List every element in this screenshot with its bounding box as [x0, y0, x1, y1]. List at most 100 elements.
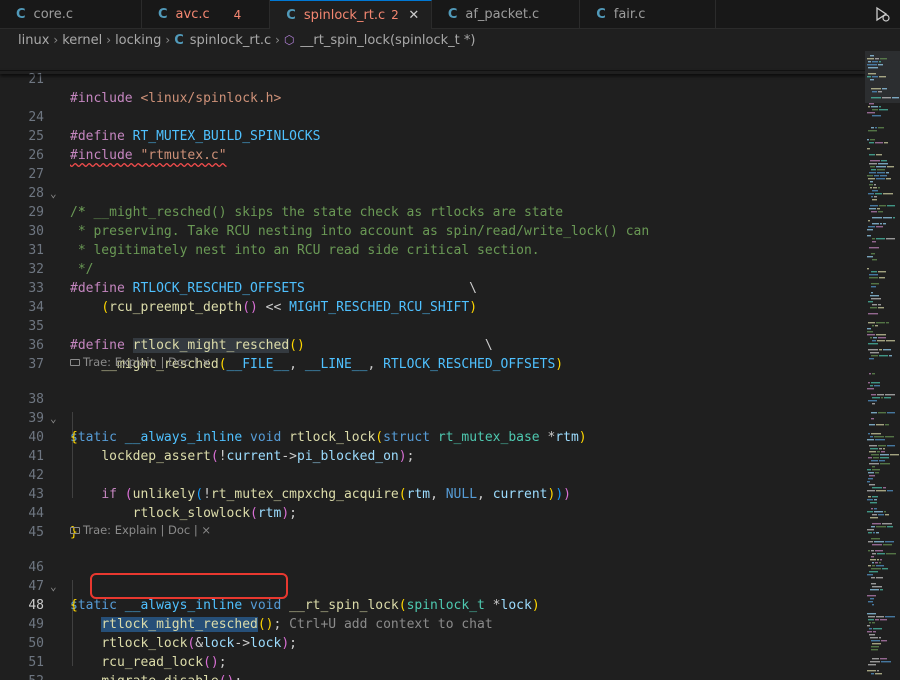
minimap-line: [872, 76, 878, 78]
minimap-line: [871, 169, 876, 171]
minimap-line: [867, 331, 873, 333]
minimap-line: [872, 373, 875, 375]
minimap-line: [882, 97, 891, 99]
code-line: 51 migrate_disable();: [0, 634, 865, 680]
minimap-line: [868, 322, 875, 324]
codelens-label[interactable]: Trae: Explain | Doc |: [83, 355, 198, 369]
codelens-label[interactable]: Trae: Explain | Doc |: [83, 523, 198, 537]
minimap-line: [869, 622, 871, 624]
minimap-line: [868, 178, 875, 180]
minimap-line: [867, 334, 875, 336]
minimap-line: [881, 160, 887, 162]
minimap-line: [876, 565, 884, 567]
minimap-line: [883, 223, 886, 225]
minimap-line: [867, 439, 874, 441]
breadcrumb-item-linux[interactable]: linux: [18, 33, 49, 48]
minimap-line: [876, 424, 884, 426]
minimap-line: [872, 238, 875, 240]
breadcrumb-item-locking[interactable]: locking: [115, 33, 161, 48]
minimap-line: [870, 661, 880, 663]
minimap-line: [883, 193, 893, 195]
tab-spinlock-rt-c[interactable]: C spinlock_rt.c 2 ✕: [270, 0, 432, 29]
minimap-line: [868, 73, 876, 75]
minimap-line: [867, 76, 871, 78]
minimap-line: [867, 268, 869, 270]
minimap-line: [877, 451, 880, 453]
code-editor[interactable]: 21 #include <linux/spinlock.h> 24 #defin…: [0, 51, 865, 680]
minimap-line: [880, 589, 883, 591]
minimap-line: [871, 649, 878, 651]
code-line: 34: [0, 279, 865, 315]
minimap-line: [869, 571, 878, 573]
minimap-line: [872, 403, 875, 405]
minimap-line: [868, 349, 878, 351]
tab-af-packet-c[interactable]: C af_packet.c: [432, 0, 581, 29]
minimap-line: [879, 109, 888, 111]
trae-codelens[interactable]: Trae: Explain | Doc | ×: [70, 521, 211, 540]
minimap-line: [873, 628, 882, 630]
minimap-line: [868, 193, 874, 195]
tab-core-c[interactable]: C core.c: [0, 0, 142, 29]
minimap-line: [875, 58, 879, 60]
minimap-line: [877, 169, 885, 171]
minimap-line: [868, 433, 870, 435]
tab-avc-c[interactable]: C avc.c 4: [142, 0, 271, 29]
minimap-line: [870, 187, 872, 189]
minimap-line: [887, 445, 895, 447]
editor-tab-bar: C core.c C avc.c 4 C spinlock_rt.c 2 ✕ C…: [0, 0, 900, 29]
minimap-line: [874, 508, 877, 510]
minimap-line: [874, 541, 884, 543]
minimap-line: [871, 97, 881, 99]
minimap-line: [887, 526, 893, 528]
breadcrumb-item-symbol[interactable]: ⬡ __rt_spin_lock(spinlock_t *): [284, 33, 476, 48]
minimap-line: [878, 412, 886, 414]
tab-fair-c[interactable]: C fair.c: [580, 0, 717, 29]
minimap-line: [878, 187, 880, 189]
minimap-line: [872, 304, 877, 306]
tab-label: avc.c: [175, 7, 210, 22]
code-line: 41: [0, 428, 865, 464]
minimap-line: [870, 55, 874, 57]
close-icon[interactable]: ×: [201, 523, 211, 537]
minimap-line: [867, 469, 871, 471]
minimap-line: [867, 328, 871, 330]
minimap-line: [877, 559, 879, 561]
trae-codelens[interactable]: Trae: Explain | Doc | ×: [70, 353, 211, 372]
close-icon[interactable]: ✕: [407, 8, 421, 23]
code-line: 39 {: [0, 390, 865, 445]
minimap-line: [870, 589, 879, 591]
minimap-line: [872, 496, 878, 498]
minimap-line: [873, 187, 877, 189]
breadcrumb-item-kernel[interactable]: kernel: [62, 33, 102, 48]
minimap-line: [870, 160, 880, 162]
minimap-line: [874, 511, 883, 513]
minimap-line: [867, 229, 873, 231]
minimap-line: [868, 67, 878, 69]
minimap-line: [875, 325, 878, 327]
minimap-line: [868, 541, 873, 543]
run-debug-icon[interactable]: [872, 4, 892, 24]
minimap-line: [885, 616, 895, 618]
code-line: 27 ⌄ /*: [0, 146, 865, 220]
minimap-line: [876, 178, 885, 180]
minimap-line: [882, 568, 888, 570]
minimap-line: [879, 448, 882, 450]
minimap-line: [868, 61, 871, 63]
minimap-line: [872, 109, 878, 111]
minimap[interactable]: [865, 51, 900, 680]
minimap-line: [871, 556, 874, 558]
minimap-line: [877, 340, 885, 342]
minimap-line: [879, 106, 881, 108]
minimap-line: [869, 163, 877, 165]
minimap-line: [882, 523, 892, 525]
close-icon[interactable]: ×: [201, 355, 211, 369]
minimap-line: [875, 439, 885, 441]
minimap-line: [883, 349, 891, 351]
minimap-line: [871, 538, 880, 540]
minimap-line: [870, 385, 873, 387]
minimap-line: [867, 574, 873, 576]
minimap-line: [872, 553, 876, 555]
breadcrumb-item-file[interactable]: Cspinlock_rt.c: [174, 33, 271, 48]
minimap-line: [872, 340, 876, 342]
minimap-line: [873, 532, 875, 534]
